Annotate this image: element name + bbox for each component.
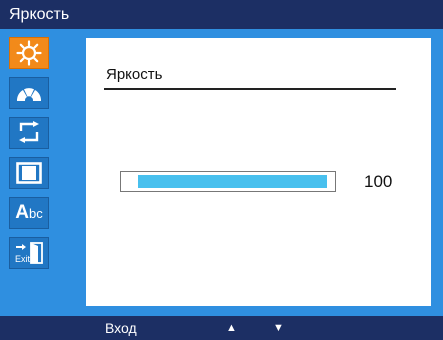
brightness-slider[interactable] <box>120 171 336 192</box>
sidebar-item-image-setup[interactable] <box>9 117 49 149</box>
exit-door-icon: Exit <box>14 241 44 265</box>
up-arrow-icon[interactable]: ▲ <box>226 320 237 336</box>
title-divider <box>104 88 396 90</box>
title-bar: Яркость <box>0 0 443 29</box>
brightness-panel: Яркость 100 <box>86 38 431 306</box>
sidebar-item-color[interactable] <box>9 77 49 109</box>
down-arrow-icon[interactable]: ▼ <box>273 320 284 336</box>
sidebar-item-exit[interactable]: Exit <box>9 237 49 269</box>
sidebar-item-brightness[interactable] <box>9 37 49 69</box>
brightness-sun-icon <box>16 40 42 66</box>
screen-frame-icon <box>16 162 42 184</box>
color-palette-icon <box>14 83 44 103</box>
brightness-value: 100 <box>364 172 393 191</box>
language-abc-icon: Abc <box>15 202 43 223</box>
svg-text:Exit: Exit <box>15 254 31 264</box>
brightness-slider-fill <box>138 175 327 188</box>
enter-label: Вход <box>105 320 137 336</box>
panel-title: Яркость <box>106 66 163 83</box>
sidebar-item-language[interactable]: Abc <box>9 197 49 229</box>
swap-arrows-icon <box>15 121 43 145</box>
footer-bar: Вход ▲ ▼ <box>0 316 443 340</box>
osd-menu: Яркость Abc Exit Яркость 100 Вход ▲ ▼ <box>0 0 443 340</box>
sidebar-item-screen-size[interactable] <box>9 157 49 189</box>
sidebar: Abc Exit <box>0 29 78 316</box>
window-title: Яркость <box>9 6 70 23</box>
